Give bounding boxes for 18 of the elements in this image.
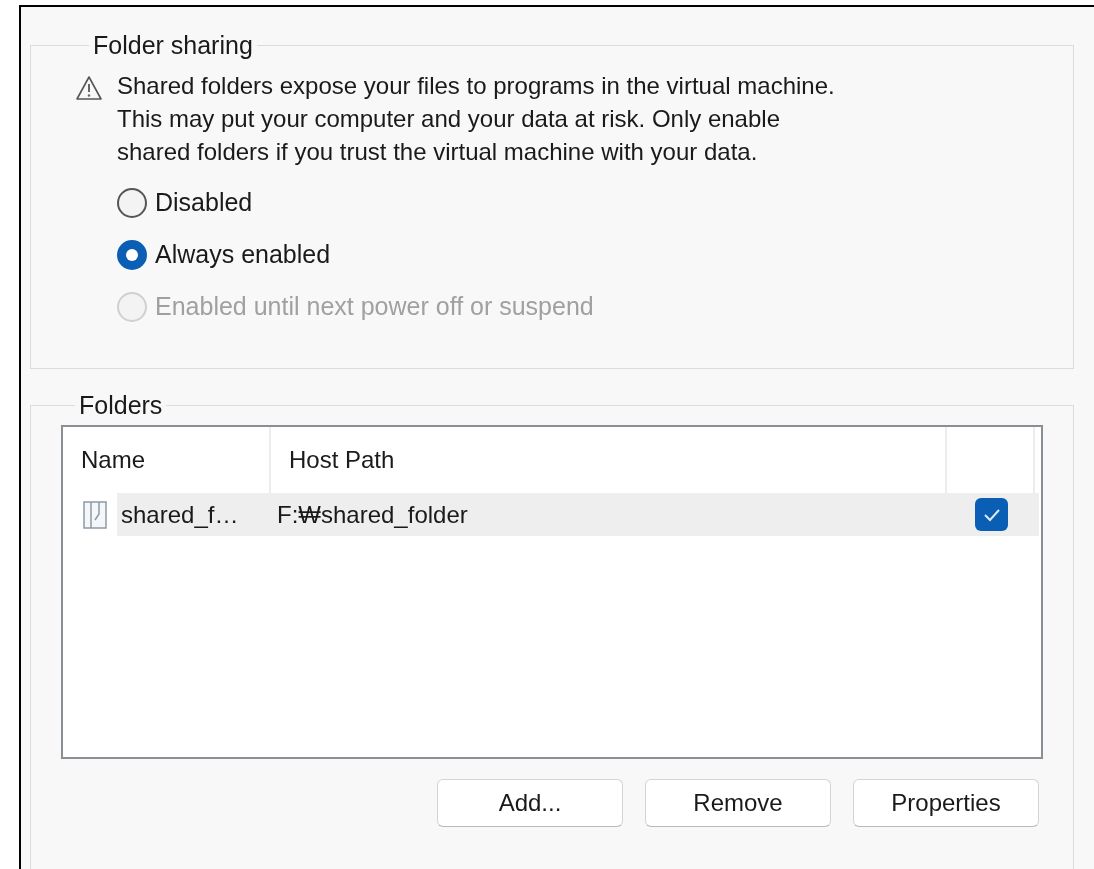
- check-icon: [982, 507, 1001, 522]
- radio-label: Enabled until next power off or suspend: [155, 291, 594, 323]
- radio-button[interactable]: [117, 188, 147, 218]
- dialog-button[interactable]: Add...: [437, 779, 623, 827]
- radio-label: Disabled: [155, 187, 253, 219]
- table-cell-text: shared_f…: [120, 499, 240, 530]
- table-cell-text: F:₩shared_folder: [276, 499, 469, 530]
- group-title: Folders: [78, 390, 164, 421]
- dialog-button[interactable]: Remove: [645, 779, 831, 827]
- warning-text: Shared folders expose your files to programs in the virtual machine. This may put your computer and your data at risk. Only enable shared folders if you trust the virtual machine with your data.: [117, 71, 835, 167]
- radio-button[interactable]: [117, 240, 147, 270]
- table-row[interactable]: shared_f… F:₩shared_folder: [117, 493, 1039, 536]
- group-title: Folder sharing: [92, 30, 254, 61]
- radio-label: Always enabled: [155, 239, 331, 271]
- warning-icon: [75, 75, 103, 101]
- checkbox[interactable]: [975, 498, 1008, 531]
- dialog-button[interactable]: Properties: [853, 779, 1039, 827]
- folder-icon: [81, 499, 109, 530]
